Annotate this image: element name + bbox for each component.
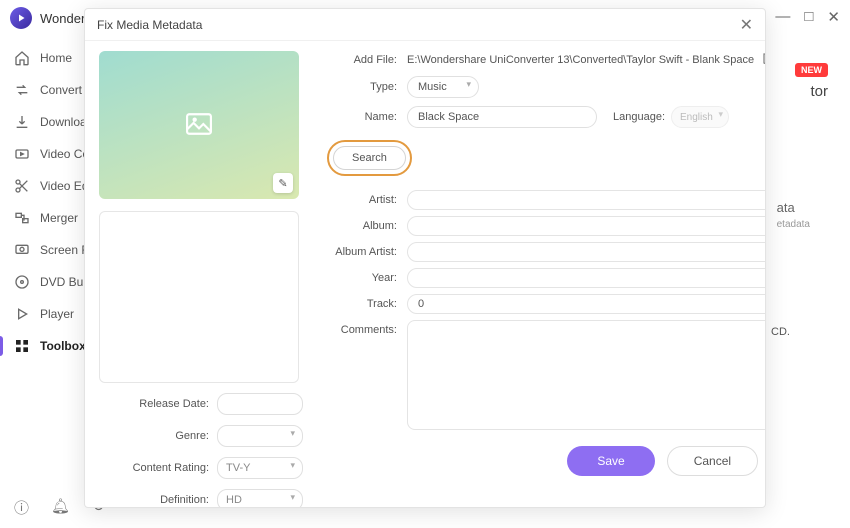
bg-card-mid: ata etadata	[777, 200, 810, 230]
release-date-input[interactable]	[217, 393, 303, 415]
track-label: Track:	[327, 298, 407, 310]
album-artist-input[interactable]	[407, 242, 765, 262]
play-icon	[14, 306, 30, 322]
bg-ata-text: ata	[777, 200, 795, 215]
comments-textarea[interactable]	[407, 320, 765, 430]
video-compress-icon	[14, 146, 30, 162]
window-controls: — □ ✕	[775, 8, 840, 26]
album-artist-label: Album Artist:	[327, 246, 407, 258]
modal-close-button[interactable]: ✕	[740, 15, 753, 35]
sidebar-item-label: Convert	[40, 83, 82, 97]
content-rating-label: Content Rating:	[99, 462, 217, 474]
empty-drop-area[interactable]	[99, 211, 299, 383]
convert-icon	[14, 82, 30, 98]
maximize-button[interactable]: □	[804, 8, 813, 26]
sidebar-item-label: Video Ed	[40, 179, 89, 193]
screen-recorder-icon	[14, 242, 30, 258]
sidebar-item-label: Video Co	[40, 147, 89, 161]
cancel-button[interactable]: Cancel	[667, 446, 758, 476]
modal-title: Fix Media Metadata	[97, 18, 202, 32]
modal-left-pane: ✎ Release Date: Genre: Content Rating: D…	[85, 41, 317, 507]
sidebar-item-label: Downloa	[40, 115, 87, 129]
comments-label: Comments:	[327, 320, 407, 336]
definition-label: Definition:	[99, 494, 217, 506]
save-button[interactable]: Save	[567, 446, 654, 476]
toolbox-icon	[14, 338, 30, 354]
search-highlight: Search	[327, 140, 412, 176]
merger-icon	[14, 210, 30, 226]
name-input[interactable]	[407, 106, 597, 128]
bg-etadata-text: etadata	[777, 219, 810, 230]
add-file-path: E:\Wondershare UniConverter 13\Converted…	[407, 54, 754, 66]
bg-cd-text: CD.	[771, 326, 790, 338]
modal-header: Fix Media Metadata ✕	[85, 9, 765, 41]
album-label: Album:	[327, 220, 407, 232]
app-title: Wonder	[40, 11, 85, 26]
language-label: Language:	[613, 111, 665, 123]
help-icon[interactable]: ⓘ	[14, 497, 29, 518]
album-input[interactable]	[407, 216, 765, 236]
sidebar-item-label: Player	[40, 307, 74, 321]
type-select[interactable]	[407, 76, 479, 98]
add-file-label: Add File:	[327, 54, 407, 66]
sidebar-item-label: Merger	[40, 211, 78, 225]
sidebar-item-label: DVD Bu	[40, 275, 83, 289]
sidebar-item-label: Toolbox	[40, 339, 86, 353]
app-logo	[10, 7, 32, 29]
album-art: ✎	[99, 51, 299, 199]
edit-art-button[interactable]: ✎	[273, 173, 293, 193]
folder-icon[interactable]	[762, 51, 765, 68]
bell-icon[interactable]: 🔔︎	[51, 497, 70, 518]
minimize-button[interactable]: —	[775, 8, 790, 26]
track-input[interactable]	[407, 294, 765, 314]
download-icon	[14, 114, 30, 130]
close-window-button[interactable]: ✕	[827, 8, 840, 26]
content-rating-select[interactable]	[217, 457, 303, 479]
year-input[interactable]	[407, 268, 765, 288]
scissors-icon	[14, 178, 30, 194]
genre-label: Genre:	[99, 430, 217, 442]
name-label: Name:	[327, 111, 407, 123]
image-placeholder-icon	[186, 113, 212, 138]
artist-label: Artist:	[327, 194, 407, 206]
bg-card-top: NEW tor	[758, 62, 828, 100]
modal-footer: Save Cancel	[327, 436, 765, 486]
year-label: Year:	[327, 272, 407, 284]
release-date-label: Release Date:	[99, 398, 217, 410]
home-icon	[14, 50, 30, 66]
new-badge: NEW	[795, 63, 828, 77]
disc-icon	[14, 274, 30, 290]
fix-metadata-modal: Fix Media Metadata ✕ ✎ Release Date: Gen…	[84, 8, 766, 508]
sidebar-item-label: Screen R	[40, 243, 90, 257]
genre-select[interactable]	[217, 425, 303, 447]
definition-select[interactable]	[217, 489, 303, 507]
bg-tor-text: tor	[810, 83, 828, 100]
artist-input[interactable]	[407, 190, 765, 210]
sidebar-item-label: Home	[40, 51, 72, 65]
search-button[interactable]: Search	[333, 146, 406, 170]
modal-right-pane: Add File: E:\Wondershare UniConverter 13…	[317, 41, 765, 507]
language-select[interactable]	[671, 106, 729, 128]
type-label: Type:	[327, 81, 407, 93]
